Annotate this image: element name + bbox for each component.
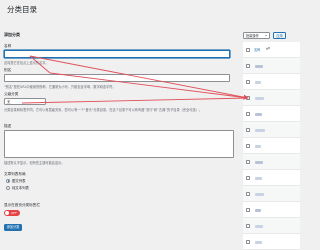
blurred-category-name <box>255 192 264 196</box>
blurred-category-name <box>255 80 261 84</box>
blurred-category-name <box>255 128 265 132</box>
apply-button[interactable]: 应用 <box>273 32 286 39</box>
row-checkbox[interactable] <box>246 64 250 68</box>
table-row[interactable] <box>243 138 300 154</box>
table-row[interactable] <box>243 74 300 90</box>
sort-icon[interactable]: ▲▼ <box>266 47 270 50</box>
slug-label: 别名 <box>4 68 12 72</box>
row-checkbox[interactable] <box>246 112 250 116</box>
row-checkbox[interactable] <box>246 160 250 164</box>
blurred-category-name <box>255 160 263 164</box>
display-option-image-list[interactable]: 图文列表 <box>6 178 26 183</box>
row-checkbox[interactable] <box>246 128 250 132</box>
blurred-category-name <box>255 144 261 148</box>
table-row[interactable] <box>243 58 300 74</box>
name-description: 这将是它在站点上显示的名字。 <box>4 61 49 65</box>
name-label: 名称 <box>4 44 12 48</box>
section-title: 添加分类 <box>4 32 20 37</box>
blurred-category-name <box>255 208 261 212</box>
blurred-category-name <box>255 176 262 180</box>
add-category-button[interactable]: 添加分类 <box>4 224 22 231</box>
slug-description: “别名”是在URL中使用的别称，它通常为小写，只能包含字母，数字和连字符。 <box>4 85 116 89</box>
select-all-checkbox[interactable] <box>246 48 250 52</box>
table-row[interactable] <box>243 90 300 106</box>
table-row[interactable] <box>243 106 300 122</box>
table-row[interactable] <box>243 218 300 234</box>
table-row[interactable] <box>243 154 300 170</box>
table-row[interactable] <box>243 202 300 218</box>
display-label: 文章列表布局 <box>4 172 26 176</box>
display-option-text-list[interactable]: 纯文本列表 <box>6 185 29 190</box>
parent-description: 分类目录和标签不同，它可以有层级关系。您可以有一个“音乐”分类目录，在这个目录下… <box>4 108 202 112</box>
row-checkbox[interactable] <box>246 240 250 244</box>
name-input[interactable] <box>4 50 230 58</box>
radio-label: 纯文本列表 <box>12 186 29 190</box>
toggle-state-text: OFF <box>11 211 17 216</box>
blurred-category-name <box>255 64 263 68</box>
blurred-category-name <box>255 112 262 116</box>
toggle-knob <box>5 211 9 215</box>
bulk-action-select[interactable]: 批量操作 <box>243 32 270 39</box>
description-textarea[interactable] <box>4 130 234 158</box>
row-checkbox[interactable] <box>246 224 250 228</box>
table-row[interactable] <box>243 186 300 202</box>
category-list: 名称 ▲▼ <box>243 42 300 250</box>
list-header-row: 名称 ▲▼ <box>243 42 300 58</box>
row-checkbox[interactable] <box>246 208 250 212</box>
blurred-category-name <box>255 96 264 100</box>
parent-select[interactable]: 无 <box>4 98 46 105</box>
slug-input[interactable] <box>4 74 230 82</box>
blurred-category-name <box>255 224 263 228</box>
row-checkbox[interactable] <box>246 80 250 84</box>
description-help: 描述默认不显示，但有些主题可能会显示。 <box>4 161 65 165</box>
description-label: 描述 <box>4 124 12 128</box>
row-checkbox[interactable] <box>246 96 250 100</box>
homepage-toggle[interactable]: OFF <box>4 210 20 216</box>
table-row[interactable] <box>243 234 300 250</box>
radio-checked-icon <box>6 178 10 183</box>
radio-label: 图文列表 <box>12 179 26 183</box>
parent-label: 父级分类 <box>4 92 19 96</box>
arrow-line <box>21 97 249 104</box>
table-row[interactable] <box>243 122 300 138</box>
column-header-name[interactable]: 名称 <box>254 47 260 52</box>
radio-unchecked-icon <box>6 185 10 190</box>
row-checkbox[interactable] <box>246 192 250 196</box>
toggle-label: 显示在首页分类标签栏 <box>4 203 40 207</box>
page-title: 分类目录 <box>7 5 37 14</box>
table-row[interactable] <box>243 170 300 186</box>
row-checkbox[interactable] <box>246 144 250 148</box>
blurred-category-name <box>255 240 262 244</box>
row-checkbox[interactable] <box>246 176 250 180</box>
